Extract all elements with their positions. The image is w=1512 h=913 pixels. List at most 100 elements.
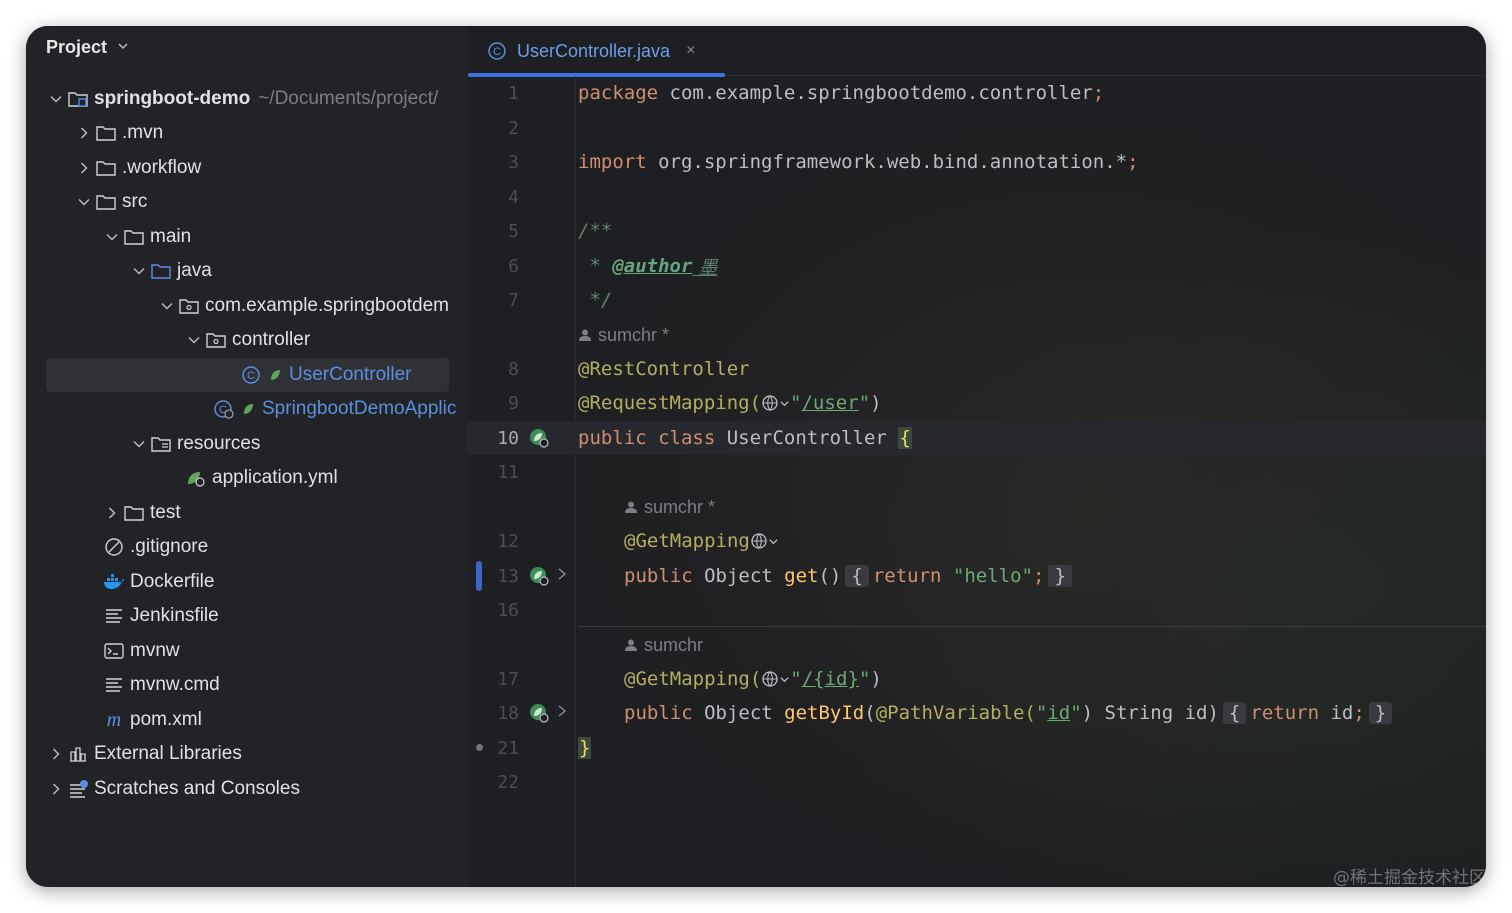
author-inlay[interactable]: sumchr: [467, 628, 1486, 662]
line-number: 16: [497, 599, 519, 621]
tree-item-gitignore[interactable]: .gitignore: [26, 530, 467, 564]
code-vision-author[interactable]: sumchr *: [578, 325, 669, 346]
resources-folder-icon: [149, 433, 173, 455]
tree-item-label: External Libraries: [94, 743, 242, 764]
tree-item-pom-xml[interactable]: m pom.xml: [26, 703, 467, 737]
line-number: 7: [508, 289, 519, 311]
tree-item-springboot-demo[interactable]: springboot-demo ~/Documents/project/: [26, 82, 467, 116]
chevron-down-icon[interactable]: [102, 230, 122, 244]
author-inlay[interactable]: sumchr *: [467, 318, 1486, 352]
fold-expand-icon[interactable]: [557, 705, 567, 721]
tree-item-mvnw-cmd[interactable]: mvnw.cmd: [26, 668, 467, 702]
library-icon: [66, 743, 90, 765]
person-icon: [625, 501, 637, 513]
code-line[interactable]: 7 */: [467, 283, 1486, 317]
chevron-down-icon[interactable]: [129, 264, 149, 278]
code-text: @GetMapping("/{id} "): [624, 668, 882, 690]
tree-item-mvn[interactable]: .mvn: [26, 116, 467, 150]
chevron-right-icon[interactable]: [46, 747, 66, 761]
code-line[interactable]: 17 @GetMapping("/{id} "): [467, 662, 1486, 696]
method-separator: [578, 626, 1486, 627]
tree-item-springbootdemoapplication[interactable]: C SpringbootDemoApplic: [26, 392, 467, 426]
tree-item-label: springboot-demo: [94, 88, 251, 109]
tree-item-scratches[interactable]: Scratches and Consoles: [26, 772, 467, 806]
close-tab-icon[interactable]: ×: [686, 42, 695, 60]
web-endpoint-globe-icon[interactable]: [761, 670, 790, 688]
chevron-down-icon[interactable]: [46, 92, 66, 106]
code-line[interactable]: 22: [467, 765, 1486, 799]
line-number: 9: [508, 392, 519, 414]
tree-item-usercontroller[interactable]: C UserController: [26, 358, 467, 392]
chevron-down-icon[interactable]: [129, 437, 149, 451]
folder-icon: [122, 226, 146, 248]
svg-text:C: C: [247, 370, 255, 382]
chevron-right-icon[interactable]: [46, 782, 66, 796]
folder-icon: [94, 157, 118, 179]
tree-item-jenkinsfile[interactable]: Jenkinsfile: [26, 599, 467, 633]
code-line[interactable]: 13 public Object get(){return "hello";}: [467, 559, 1486, 593]
folded-region[interactable]: }: [1368, 702, 1393, 724]
tab-label: UserController.java: [517, 40, 671, 61]
folded-region[interactable]: {: [845, 565, 869, 587]
web-endpoint-globe-icon[interactable]: [750, 532, 779, 550]
spring-endpoint-gutter-icon[interactable]: [527, 701, 551, 725]
chevron-right-icon[interactable]: [102, 506, 122, 520]
line-number: 21: [497, 737, 519, 759]
tree-item-java[interactable]: java: [26, 254, 467, 288]
code-line-current[interactable]: 10 public class UserController {: [467, 421, 1486, 455]
code-line[interactable]: 21 }: [467, 731, 1486, 765]
tree-item-resources[interactable]: resources: [26, 427, 467, 461]
tree-item-controller[interactable]: controller: [26, 323, 467, 357]
tree-item-dockerfile[interactable]: Dockerfile: [26, 565, 467, 599]
tree-item-main[interactable]: main: [26, 220, 467, 254]
code-line[interactable]: 12 @GetMapping: [467, 524, 1486, 558]
chevron-down-icon[interactable]: [184, 333, 204, 347]
chevron-right-icon[interactable]: [74, 126, 94, 140]
tree-item-application-yml[interactable]: application.yml: [26, 461, 467, 495]
code-line[interactable]: 1 package com.example.springbootdemo.con…: [467, 76, 1486, 110]
tab-usercontroller-java[interactable]: C UserController.java ×: [467, 26, 725, 77]
tree-item-src[interactable]: src: [26, 185, 467, 219]
tree-item-mvnw[interactable]: mvnw: [26, 634, 467, 668]
tree-item-external-libraries[interactable]: External Libraries: [26, 737, 467, 771]
code-line[interactable]: 2: [467, 111, 1486, 145]
line-number: 12: [497, 530, 519, 552]
panel-title: Project: [46, 36, 108, 57]
line-number: 4: [508, 186, 519, 208]
author-inlay[interactable]: sumchr *: [467, 490, 1486, 524]
code-line[interactable]: 11: [467, 455, 1486, 489]
folded-region[interactable]: }: [1048, 565, 1072, 587]
tree-item-label: .gitignore: [130, 536, 209, 557]
fold-expand-icon[interactable]: [557, 568, 567, 584]
tree-item-label: .workflow: [122, 157, 202, 178]
code-text: public Object getById(@PathVariable(" id "…: [624, 702, 1396, 724]
code-vision-author[interactable]: sumchr: [624, 635, 703, 656]
line-number: 5: [508, 220, 519, 242]
code-line[interactable]: 3 import org.springframework.web.bind.an…: [467, 145, 1486, 179]
chevron-right-icon[interactable]: [74, 161, 94, 175]
code-text: @GetMapping: [624, 530, 779, 552]
spring-bean-gutter-icon[interactable]: [527, 426, 551, 450]
tree-item-test[interactable]: test: [26, 496, 467, 530]
code-line[interactable]: 18 public Object getById(@PathVariable("…: [467, 696, 1486, 730]
code-line[interactable]: 8 @RestController: [467, 352, 1486, 386]
code-vision-author[interactable]: sumchr *: [624, 497, 715, 518]
person-icon: [579, 329, 591, 341]
chevron-down-icon[interactable]: [157, 299, 177, 313]
tree-item-workflow[interactable]: .workflow: [26, 151, 467, 185]
svg-text:C: C: [493, 46, 501, 58]
folded-region[interactable]: {: [1222, 702, 1247, 724]
code-line[interactable]: 4: [467, 180, 1486, 214]
tree-item-package[interactable]: com.example.springbootdem: [26, 289, 467, 323]
spring-endpoint-gutter-icon[interactable]: [527, 564, 551, 588]
web-endpoint-globe-icon[interactable]: [761, 394, 790, 412]
line-number: 11: [497, 461, 519, 483]
project-view-selector[interactable]: Project: [46, 36, 129, 58]
code-line[interactable]: 9 @RequestMapping("/user "): [467, 386, 1486, 420]
code-line[interactable]: 16: [467, 593, 1486, 627]
code-line[interactable]: 6 * @author 墨: [467, 249, 1486, 283]
code-editor[interactable]: C UserController.java × 1 package com.ex…: [467, 26, 1486, 887]
chevron-down-icon[interactable]: [74, 195, 94, 209]
docker-icon: [102, 571, 126, 593]
code-line[interactable]: 5 /**: [467, 214, 1486, 248]
